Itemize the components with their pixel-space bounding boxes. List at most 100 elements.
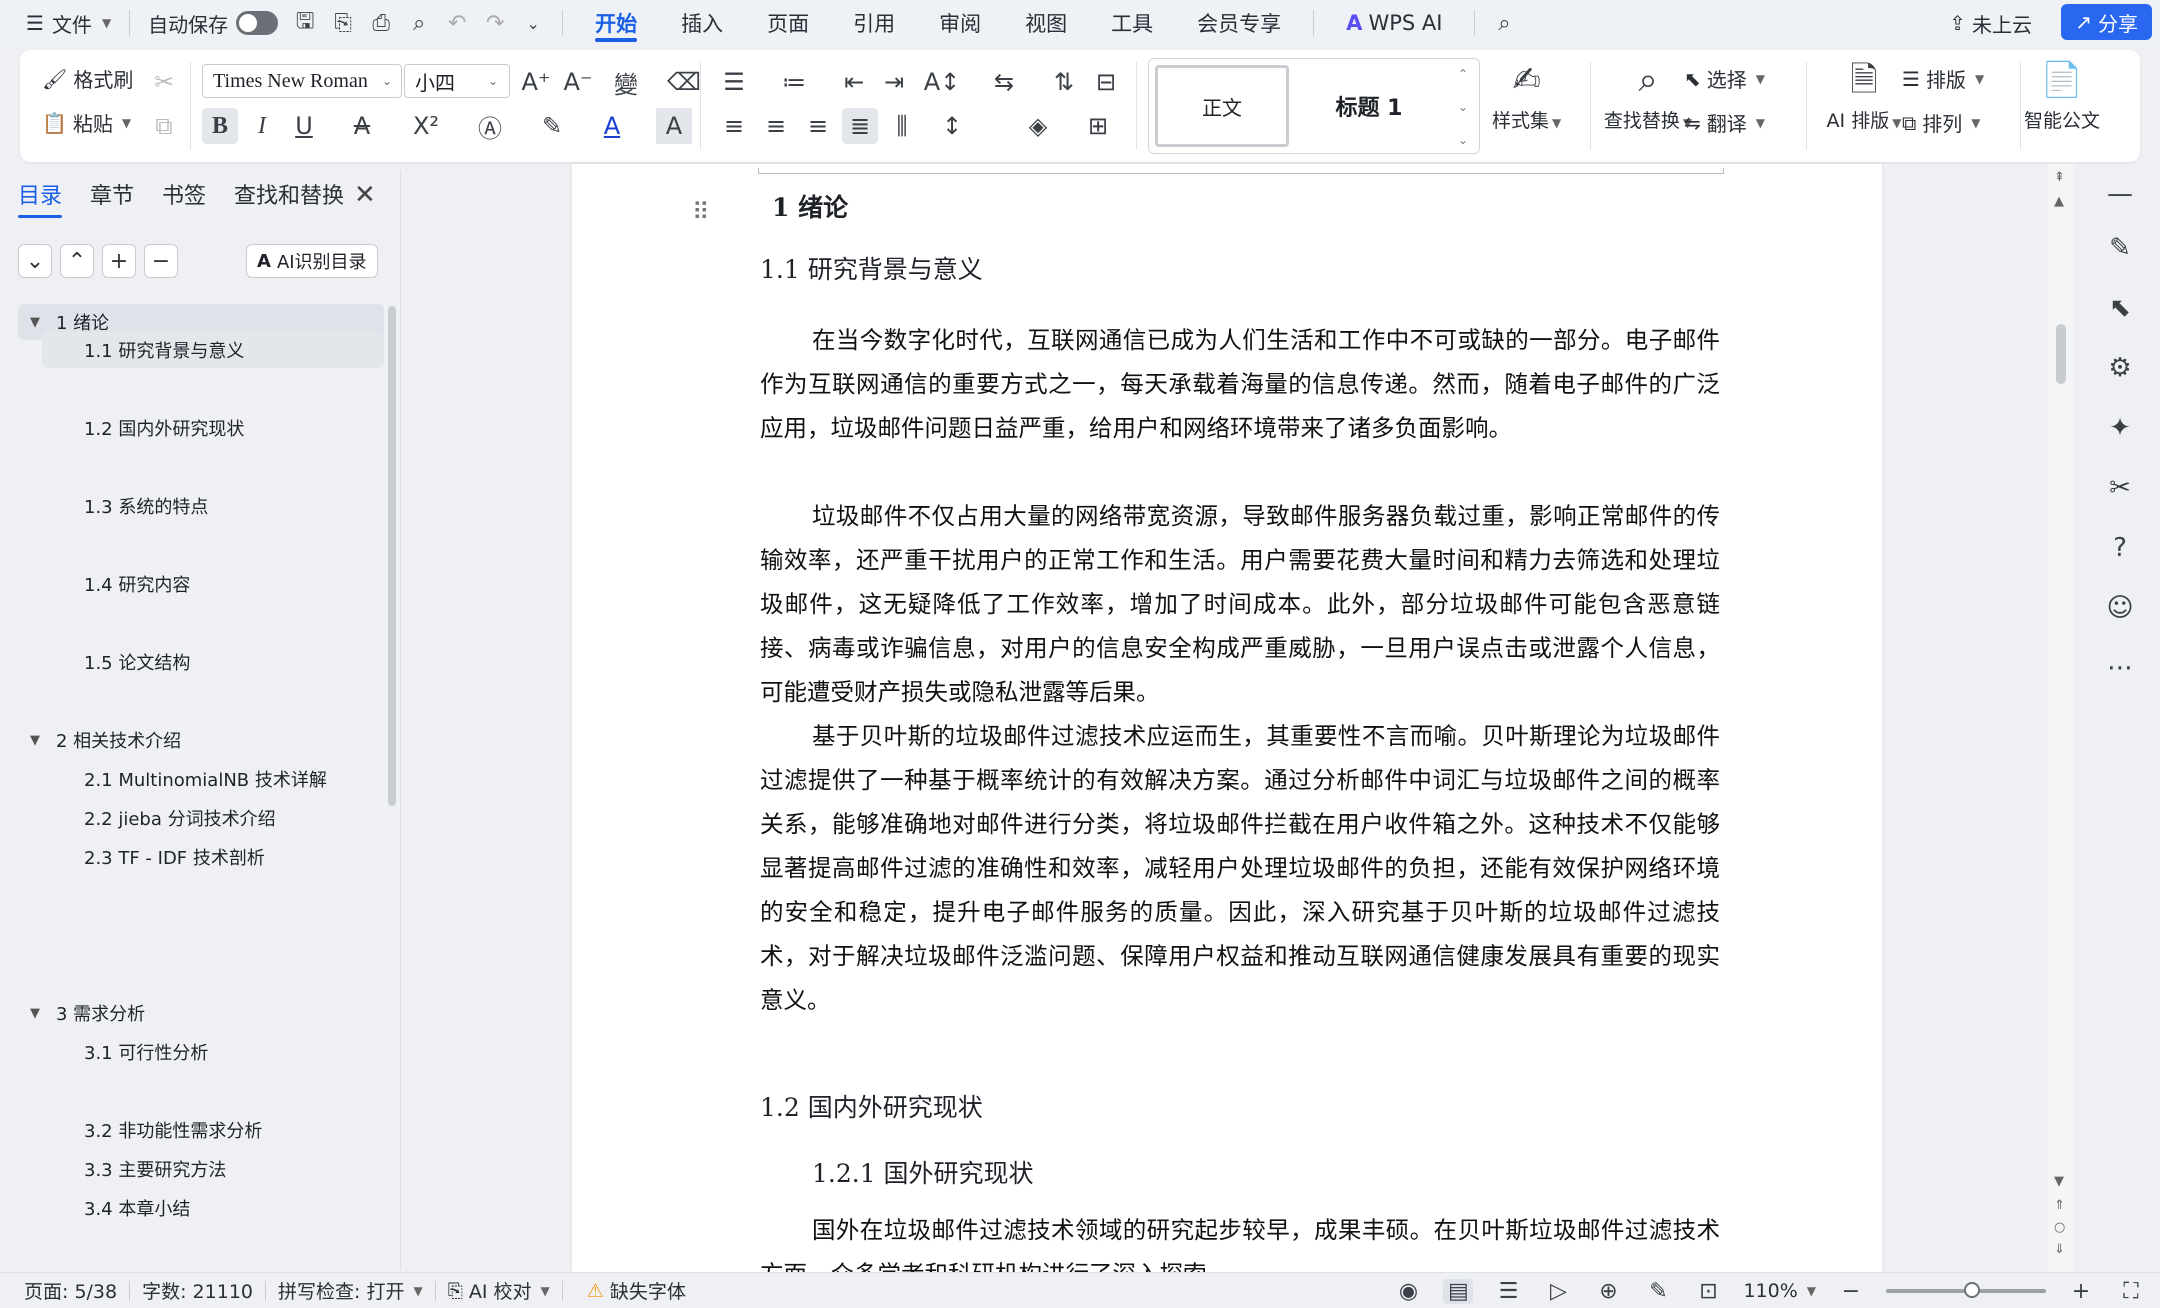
play-icon[interactable]: ▷ [1543, 1279, 1573, 1304]
chevron-down-icon[interactable]: ⌄ [1458, 100, 1468, 114]
expand-icon[interactable]: ⌄ [1458, 133, 1468, 147]
page-view-icon[interactable]: ▤ [1443, 1278, 1474, 1304]
cut-icon[interactable]: ✂ [146, 64, 182, 100]
redo-icon[interactable]: ↷ [476, 4, 514, 42]
char-shading-icon[interactable]: A [656, 108, 692, 144]
toc-item[interactable]: 1.3 系统的特点 [18, 488, 384, 524]
nav-tab-find-replace[interactable]: 查找和替换 [234, 178, 344, 218]
distribute-icon[interactable]: ⫼ [884, 108, 920, 144]
close-icon[interactable]: ✕ [354, 180, 376, 210]
toc-item[interactable]: 3.3 主要研究方法 [18, 1151, 384, 1187]
expand-all-icon[interactable]: ⌄ [18, 244, 52, 278]
paste-button[interactable]: 📋 粘贴 ▼ [42, 108, 131, 137]
text-effect-icon[interactable]: Ⓐ [472, 108, 508, 144]
word-count[interactable]: 字数: 21110 [130, 1277, 265, 1304]
print-icon[interactable]: ⎙ [362, 4, 400, 42]
underline-button[interactable]: U [286, 108, 322, 144]
zoom-out-icon[interactable]: − [1836, 1279, 1866, 1304]
nav-tab-sections[interactable]: 章节 [90, 178, 134, 218]
bold-button[interactable]: B [202, 108, 238, 144]
more-icon[interactable]: ⋯ [2100, 648, 2140, 688]
robot-icon[interactable]: ☺ [2100, 588, 2140, 628]
adjust-icon[interactable]: ⚙ [2100, 348, 2140, 388]
caret-down-icon[interactable]: ▼ [30, 733, 56, 748]
save-icon[interactable]: 🖫 [286, 4, 324, 42]
shading-icon[interactable]: ◈ [1020, 108, 1056, 144]
prev-page-icon[interactable]: ⇑ [2054, 1198, 2065, 1213]
toc-item[interactable]: 2.2 jieba 分词技术介绍 [18, 800, 384, 836]
paragraph-mark-icon[interactable]: ⇆ [986, 64, 1022, 100]
style-gallery-scroll[interactable]: ⌃ ⌄ ⌄ [1453, 67, 1473, 147]
fullscreen-icon[interactable]: ⛶ [2116, 1279, 2146, 1304]
file-menu[interactable]: ☰ 文件 ▼ [0, 0, 119, 46]
tab-review[interactable]: 审阅 [917, 0, 1003, 46]
toc-item[interactable]: 1.5 论文结构 [18, 644, 384, 680]
format-painter-button[interactable]: 🖌 格式刷 [42, 64, 133, 93]
tab-page[interactable]: 页面 [745, 0, 831, 46]
tab-wps-ai[interactable]: A WPS AI [1324, 0, 1464, 46]
superscript-button[interactable]: X² [408, 108, 444, 144]
italic-button[interactable]: I [244, 108, 280, 144]
clear-format-icon[interactable]: ⌫ [666, 64, 702, 100]
grow-font-icon[interactable]: A⁺ [518, 64, 554, 100]
scroll-top-icon[interactable]: ⇞ [2054, 170, 2065, 185]
scrollbar-thumb[interactable] [2056, 324, 2066, 384]
scroll-down-icon[interactable]: ▼ [2054, 1174, 2064, 1189]
cloud-status[interactable]: ⇪ 未上云 [1949, 0, 2032, 46]
toc-item[interactable]: 2.1 MultinomialNB 技术详解 [18, 761, 384, 797]
minimize-panel-icon[interactable]: — [2100, 174, 2140, 214]
add-heading-icon[interactable]: + [102, 244, 136, 278]
text-direction-icon[interactable]: A↕ [924, 64, 961, 100]
toc-item[interactable]: 1.1 研究背景与意义 [42, 332, 384, 368]
style-normal[interactable]: 正文 [1155, 65, 1289, 147]
toc-item[interactable]: ▼ 3 需求分析 [18, 995, 384, 1031]
caret-down-icon[interactable]: ▼ [30, 1006, 56, 1021]
ai-toc-button[interactable]: A AI识别目录 [246, 244, 378, 278]
tab-member[interactable]: 会员专享 [1175, 0, 1303, 46]
autosave-switch[interactable] [236, 11, 279, 35]
toc-item[interactable]: 3.4 本章小结 [18, 1190, 384, 1226]
smart-doc-button[interactable]: 📄 智能公文 [2024, 54, 2100, 133]
font-color-icon[interactable]: A [594, 108, 630, 144]
document-page[interactable]: ⠿ 1 绪论 1.1 研究背景与意义 在当今数字化时代，互联网通信已成为人们生活… [572, 164, 1882, 1272]
toc-item[interactable]: 3.1 可行性分析 [18, 1034, 384, 1070]
tab-tools[interactable]: 工具 [1089, 0, 1175, 46]
tab-insert[interactable]: 插入 [659, 0, 745, 46]
zoom-slider-knob[interactable] [1964, 1282, 1980, 1298]
tab-home[interactable]: 开始 [573, 0, 659, 46]
align-left-icon[interactable]: ≡ [716, 108, 752, 144]
toc-item[interactable]: 1.4 研究内容 [18, 566, 384, 602]
typeset-button[interactable]: ☰ 排版 ▼ [1902, 64, 1984, 93]
increase-indent-icon[interactable]: ⇥ [876, 64, 912, 100]
select-browse-icon[interactable]: ○ [2054, 1220, 2065, 1235]
next-page-icon[interactable]: ⇓ [2054, 1242, 2065, 1257]
tab-view[interactable]: 视图 [1003, 0, 1089, 46]
fit-page-icon[interactable]: ⊡ [1693, 1279, 1723, 1304]
drag-handle-icon[interactable]: ⠿ [692, 198, 710, 226]
font-name-select[interactable]: Times New Roman ⌄ [202, 64, 402, 98]
bullet-list-icon[interactable]: ☰ [716, 64, 752, 100]
copy-icon[interactable]: ⧉ [146, 108, 182, 144]
help-icon[interactable]: ? [2100, 528, 2140, 568]
missing-font-button[interactable]: ⚠ 缺失字体 [563, 1277, 698, 1304]
nav-scrollbar[interactable] [388, 306, 396, 806]
caret-down-icon[interactable]: ▼ [30, 315, 56, 330]
arrange-button[interactable]: ⧉ 排列 ▼ [1902, 108, 1981, 137]
nav-tab-bookmarks[interactable]: 书签 [162, 178, 206, 218]
export-icon[interactable]: ⎘ [324, 4, 362, 42]
tools-icon[interactable]: ✂ [2100, 468, 2140, 508]
align-right-icon[interactable]: ≡ [800, 108, 836, 144]
style-heading-1[interactable]: 标题 1 [1299, 65, 1439, 147]
outline-view-icon[interactable]: ☰ [1493, 1279, 1523, 1304]
toc-item[interactable]: 1.2 国内外研究现状 [18, 410, 384, 446]
justify-icon[interactable]: ≣ [842, 108, 878, 144]
borders-icon[interactable]: ⊞ [1080, 108, 1116, 144]
align-center-icon[interactable]: ≡ [758, 108, 794, 144]
pen-icon[interactable]: ✎ [2100, 228, 2140, 268]
zoom-level[interactable]: 110% ▼ [1743, 1280, 1816, 1302]
collapse-all-icon[interactable]: ⌃ [60, 244, 94, 278]
highlight-icon[interactable]: ✎ [534, 108, 570, 144]
decrease-indent-icon[interactable]: ⇤ [836, 64, 872, 100]
document-scrollbar[interactable]: ⇞ ▲ ▼ ⇑ ○ ⇓ [2048, 164, 2074, 1272]
autosave-toggle[interactable]: 自动保存 [140, 0, 286, 46]
